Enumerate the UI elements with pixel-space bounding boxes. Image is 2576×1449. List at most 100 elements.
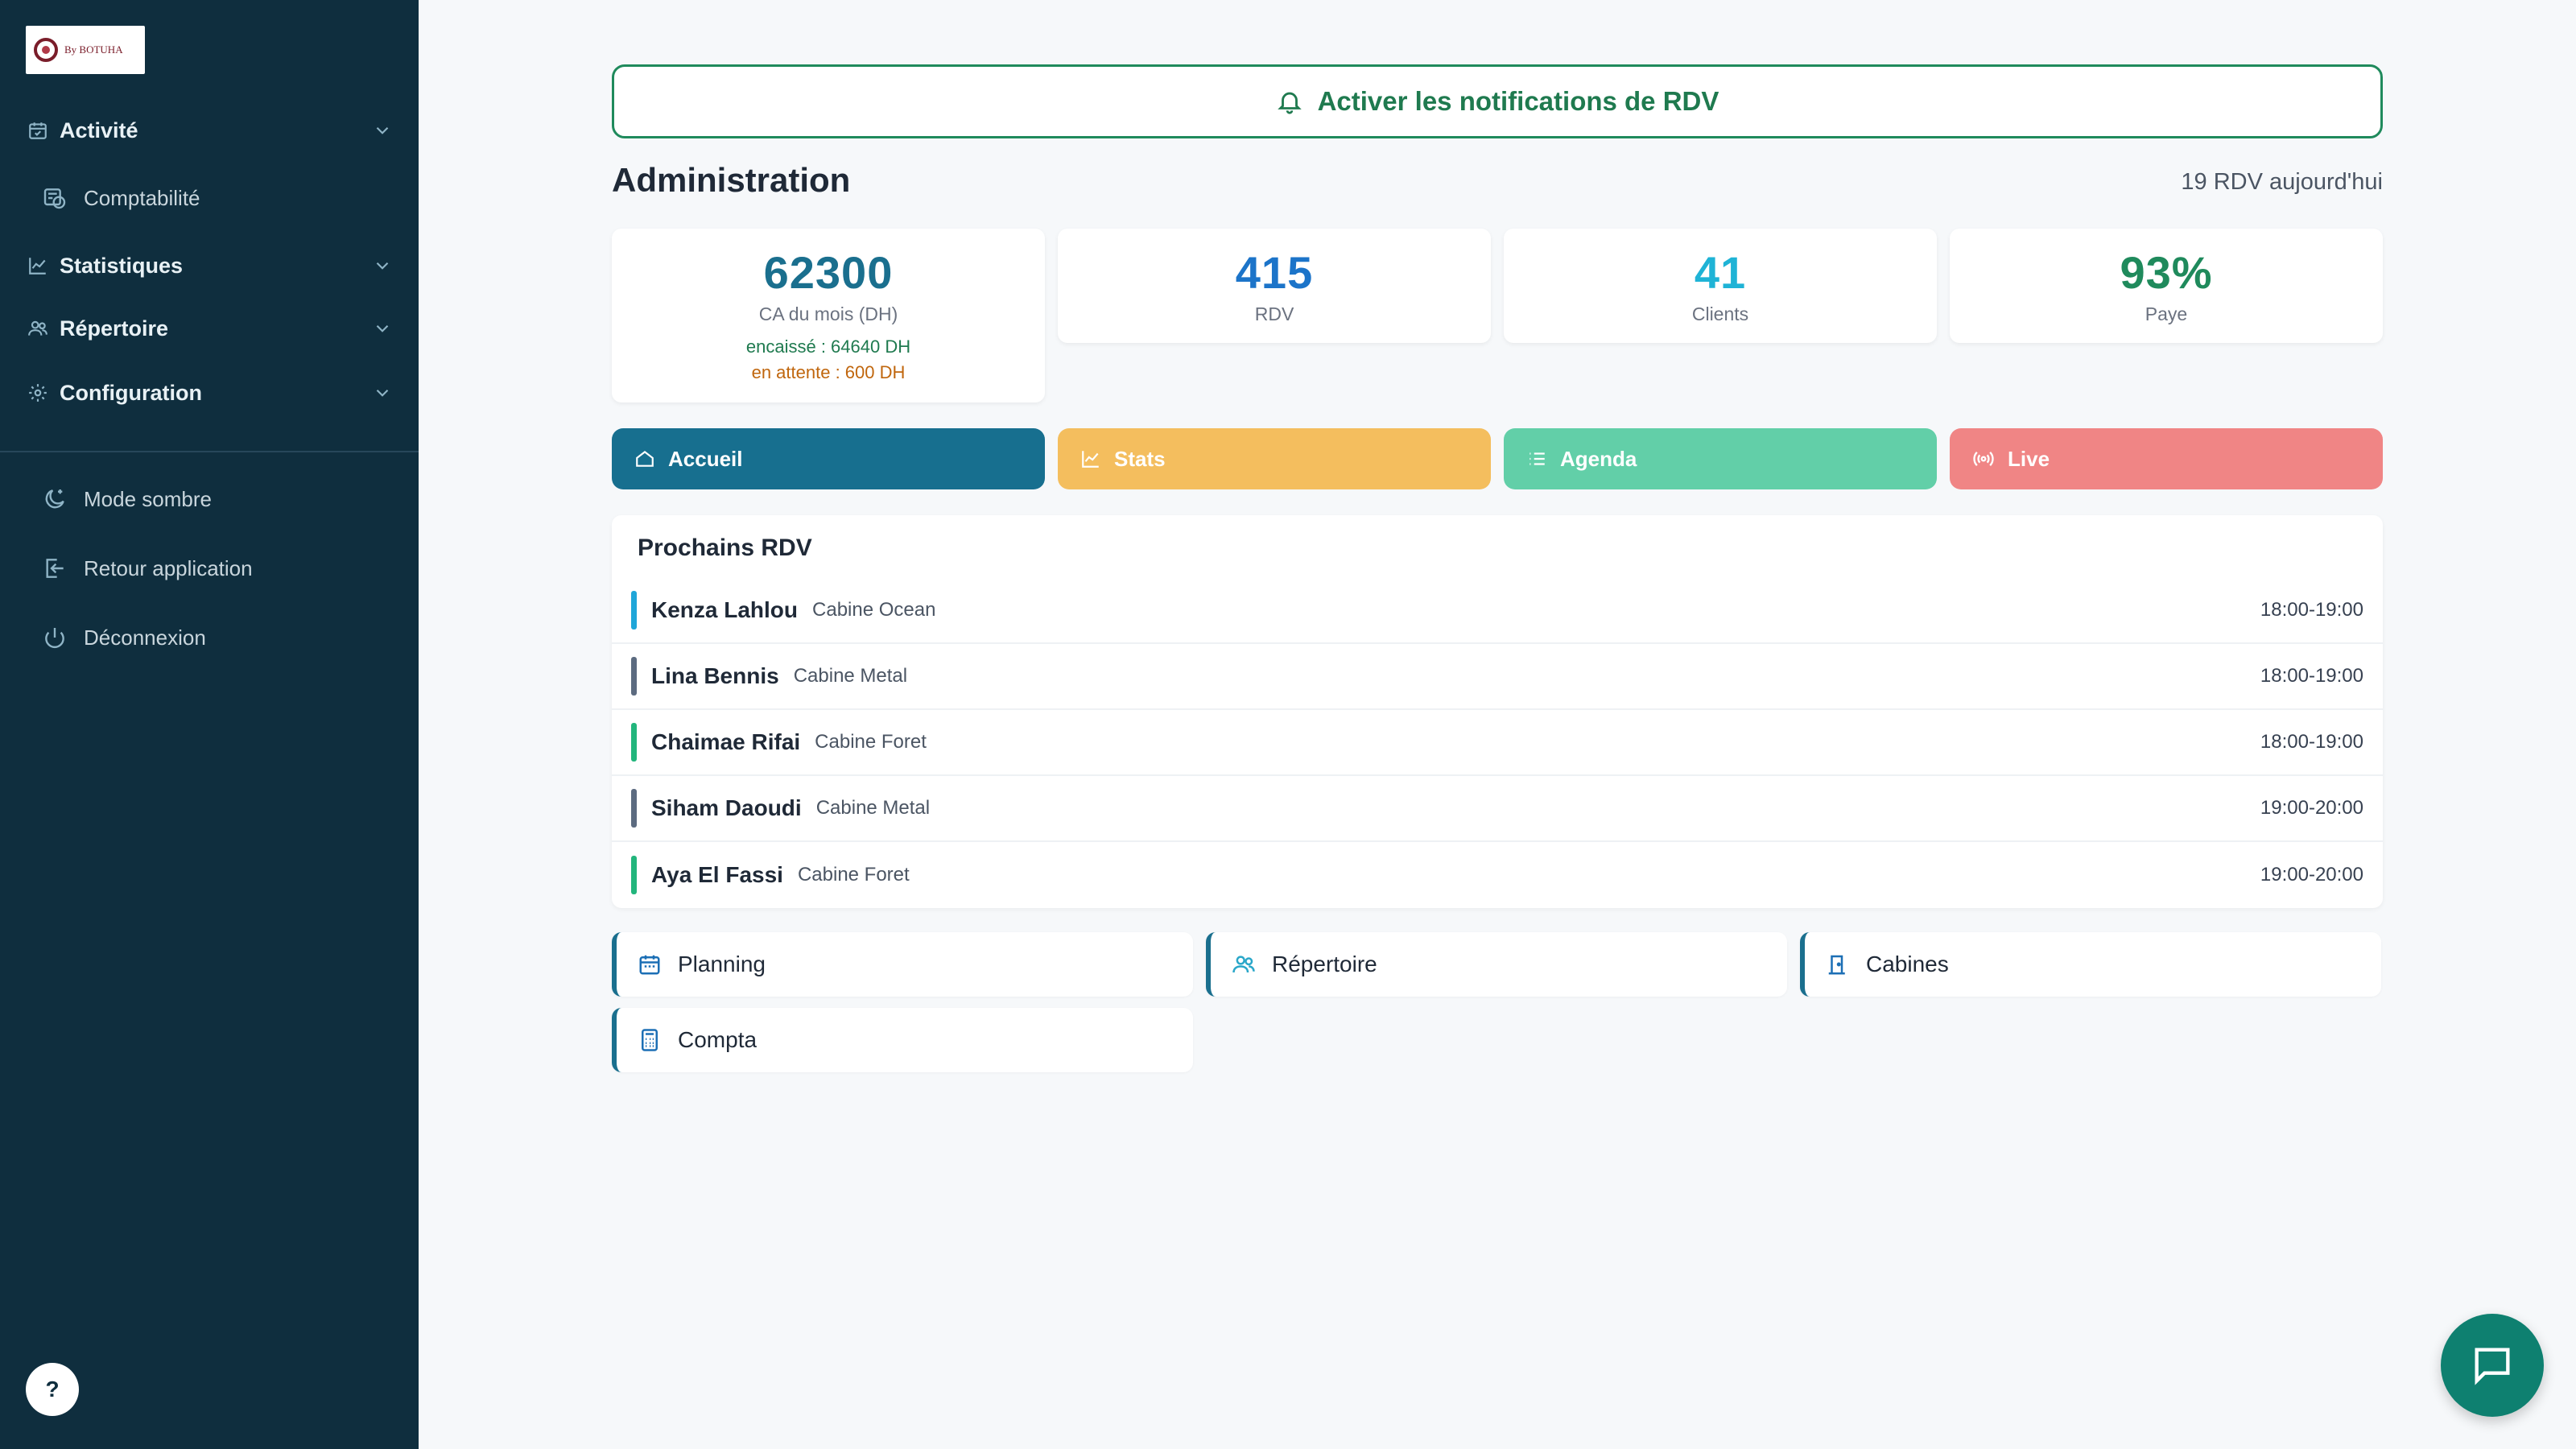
- chat-icon: [2475, 1348, 2510, 1385]
- logo-text: By BOTUHA: [64, 43, 123, 56]
- brand-logo[interactable]: By BOTUHA: [26, 26, 145, 74]
- sidebar-item-label: Activité: [60, 118, 138, 142]
- home-icon: [636, 450, 654, 467]
- stat-pending: en attente : 600 DH: [751, 362, 906, 382]
- sidebar-item-label: Comptabilité: [84, 185, 200, 210]
- sidebar-item-label: Retour application: [84, 555, 253, 580]
- stat-label: RDV: [1254, 303, 1294, 324]
- door-icon: [1828, 955, 1845, 975]
- quick-link-repertoire[interactable]: Répertoire: [1206, 932, 1787, 997]
- stat-value: 41: [1694, 247, 1747, 298]
- sidebar: By BOTUHA Activité Comptabilité Statisti…: [0, 0, 419, 1449]
- stat-label: Clients: [1691, 303, 1749, 324]
- sidebar-item-activite[interactable]: Activité: [26, 111, 393, 150]
- sidebar-item-repertoire[interactable]: Répertoire: [26, 309, 393, 348]
- rdv-row[interactable]: Kenza Lahlou Cabine Ocean 18:00-19:00: [612, 578, 2383, 644]
- chevron-down-icon: [376, 389, 389, 397]
- power-icon: [40, 623, 69, 652]
- stat-value: 93%: [2120, 247, 2213, 298]
- rdv-row[interactable]: Siham Daoudi Cabine Metal 19:00-20:00: [612, 776, 2383, 842]
- client-name: Kenza Lahlou: [651, 597, 799, 622]
- calendar-check-icon: [26, 118, 50, 142]
- rdv-row[interactable]: Aya El Fassi Cabine Foret 19:00-20:00: [612, 842, 2383, 908]
- rdv-today-count: 19 RDV aujourd'hui: [2181, 169, 2383, 195]
- accueil-button[interactable]: Accueil: [612, 428, 1045, 489]
- rdv-time: 18:00-19:00: [2260, 731, 2363, 753]
- sidebar-item-label: Mode sombre: [84, 486, 212, 511]
- client-name: Chaimae Rifai: [651, 729, 801, 754]
- quick-link-label: Répertoire: [1272, 952, 1377, 976]
- rdv-time: 19:00-20:00: [2260, 797, 2363, 819]
- enable-notifications-button[interactable]: Activer les notifications de RDV: [612, 64, 2383, 138]
- cabin-color-bar: [631, 856, 637, 894]
- list-icon: [1530, 452, 1545, 465]
- exit-icon: [40, 554, 69, 583]
- sidebar-divider: [0, 451, 419, 452]
- cabin-color-bar: [631, 789, 637, 828]
- quick-link-cabines[interactable]: Cabines: [1800, 932, 2381, 997]
- quick-link-label: Cabines: [1866, 952, 1949, 976]
- quick-link-label: Planning: [678, 952, 766, 976]
- accounting-icon: [40, 184, 69, 213]
- sidebar-item-configuration[interactable]: Configuration: [26, 374, 393, 412]
- rdv-time: 19:00-20:00: [2260, 864, 2363, 886]
- chart-line-icon: [26, 254, 50, 278]
- sidebar-item-statistiques[interactable]: Statistiques: [26, 246, 393, 285]
- broadcast-icon: [1973, 452, 1994, 466]
- cabin-color-bar: [631, 657, 637, 696]
- cabin-name: Cabine Ocean: [812, 599, 936, 621]
- client-name: Lina Bennis: [651, 663, 779, 688]
- sidebar-item-comptabilite[interactable]: Comptabilité: [40, 179, 393, 217]
- rdv-row[interactable]: Lina Bennis Cabine Metal 18:00-19:00: [612, 644, 2383, 710]
- rdv-time: 18:00-19:00: [2260, 665, 2363, 687]
- agenda-button[interactable]: Agenda: [1504, 428, 1937, 489]
- upcoming-rdv-panel: Prochains RDV Kenza Lahlou Cabine Ocean …: [612, 515, 2383, 908]
- panel-title: Prochains RDV: [638, 535, 812, 561]
- quick-link-label: Compta: [678, 1027, 758, 1052]
- rdv-row[interactable]: Chaimae Rifai Cabine Foret 18:00-19:00: [612, 710, 2383, 776]
- action-label: Live: [2008, 446, 2050, 471]
- action-label: Accueil: [668, 446, 743, 471]
- sidebar-item-label: Statistiques: [60, 253, 184, 278]
- sidebar-item-label: Configuration: [60, 380, 202, 405]
- action-label: Stats: [1114, 446, 1166, 471]
- cabin-name: Cabine Foret: [815, 731, 927, 753]
- calendar-icon: [639, 955, 660, 975]
- help-button[interactable]: ?: [26, 1363, 79, 1416]
- stat-card-rdv: 415 RDV: [1058, 229, 1491, 343]
- cabin-color-bar: [631, 723, 637, 762]
- cabin-color-bar: [631, 591, 637, 630]
- bell-icon: [1277, 92, 1302, 114]
- sidebar-item-deconnexion[interactable]: Déconnexion: [40, 618, 393, 657]
- cabin-name: Cabine Metal: [815, 797, 931, 819]
- chevron-down-icon: [376, 324, 389, 332]
- sidebar-item-retour-application[interactable]: Retour application: [40, 549, 393, 588]
- notification-label: Activer les notifications de RDV: [1317, 86, 1719, 116]
- live-button[interactable]: Live: [1950, 428, 2383, 489]
- stat-label: Paye: [2145, 303, 2188, 324]
- users-icon: [26, 316, 50, 341]
- calculator-icon: [642, 1029, 658, 1051]
- stat-value: 62300: [763, 247, 894, 298]
- sidebar-item-label: Répertoire: [60, 316, 169, 341]
- cabin-name: Cabine Metal: [793, 665, 908, 687]
- sidebar-item-mode-sombre[interactable]: Mode sombre: [40, 480, 393, 518]
- moon-icon: [40, 485, 69, 514]
- chevron-down-icon: [376, 126, 389, 134]
- quick-link-compta[interactable]: Compta: [612, 1008, 1193, 1072]
- stat-card-paid: 93% Paye: [1950, 229, 2383, 343]
- action-label: Agenda: [1560, 446, 1637, 471]
- rdv-time: 18:00-19:00: [2260, 599, 2363, 621]
- stat-card-revenue: 62300 CA du mois (DH) encaissé : 64640 D…: [612, 229, 1045, 402]
- client-name: Siham Daoudi: [651, 795, 802, 820]
- stats-button[interactable]: Stats: [1058, 428, 1491, 489]
- sidebar-item-label: Déconnexion: [84, 625, 206, 650]
- quick-link-planning[interactable]: Planning: [612, 932, 1193, 997]
- chart-icon: [1082, 451, 1099, 468]
- stat-collected: encaissé : 64640 DH: [745, 336, 911, 357]
- chevron-down-icon: [376, 262, 389, 270]
- gear-icon: [26, 381, 50, 405]
- stat-value: 415: [1235, 247, 1314, 298]
- stat-label: CA du mois (DH): [758, 303, 898, 324]
- chat-button[interactable]: [2441, 1314, 2544, 1417]
